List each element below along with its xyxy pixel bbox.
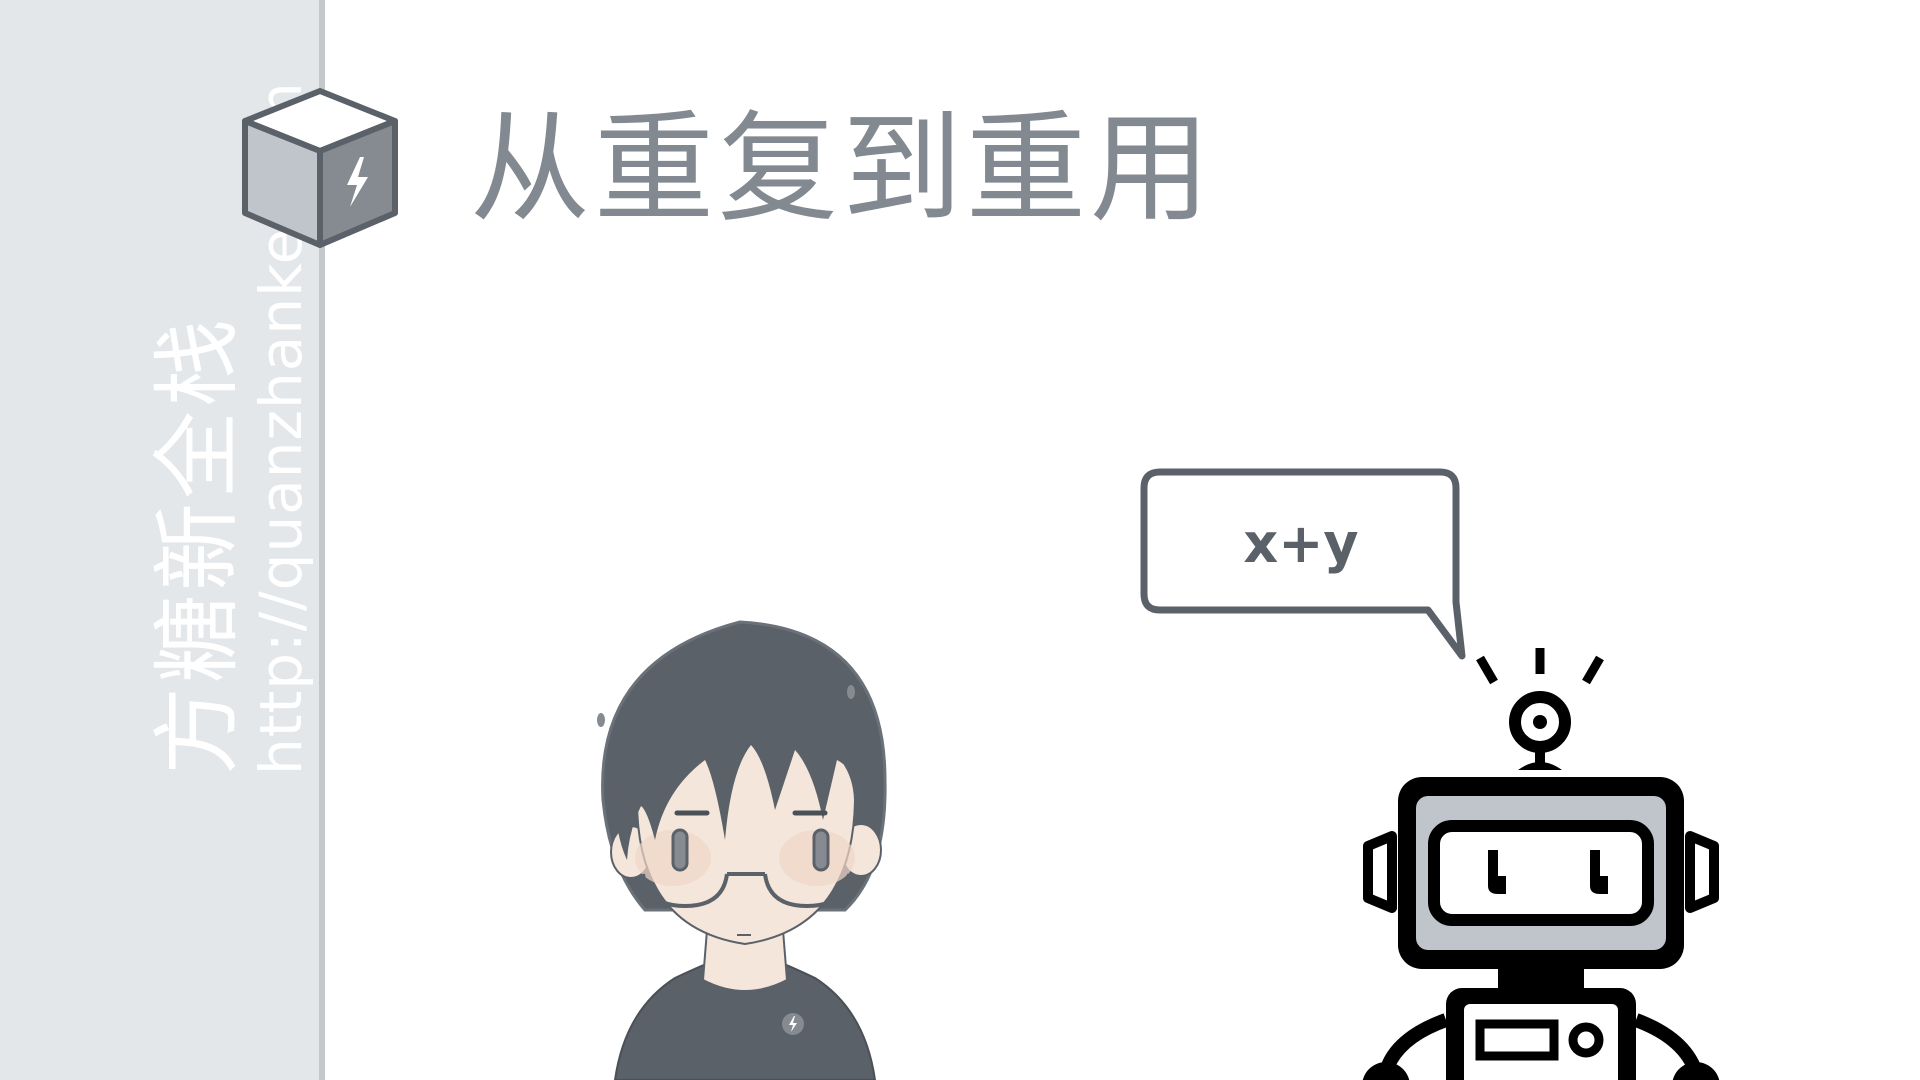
speech-bubble-text: x+y (1243, 511, 1359, 575)
brand-name: 方糖新全栈 (146, 314, 249, 775)
programmer-avatar (597, 620, 887, 1080)
robot (1362, 648, 1720, 1080)
page-title: 从重复到重用 (470, 100, 1214, 239)
slide: 方糖新全栈 http://quanzhanke.com 从重复到重用 x+y (0, 0, 1920, 1080)
sugar-cube-lightning-icon (242, 88, 398, 248)
